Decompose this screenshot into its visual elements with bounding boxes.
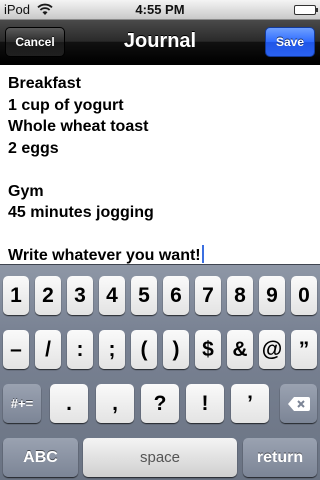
note-line: 45 minutes jogging xyxy=(8,204,154,221)
key-question[interactable]: ? xyxy=(141,384,179,423)
note-line xyxy=(8,159,312,181)
key-comma[interactable]: , xyxy=(96,384,134,423)
note-line xyxy=(8,224,312,246)
key-3[interactable]: 3 xyxy=(67,276,93,315)
return-key[interactable]: return xyxy=(243,438,317,477)
backspace-key[interactable] xyxy=(280,384,317,423)
key-open-paren[interactable]: ( xyxy=(131,330,157,369)
key-apostrophe[interactable]: ’ xyxy=(231,384,269,423)
key-8[interactable]: 8 xyxy=(227,276,253,315)
status-time: 4:55 PM xyxy=(135,2,185,17)
note-line: Whole wheat toast xyxy=(8,118,149,135)
key-period[interactable]: . xyxy=(50,384,88,423)
key-4[interactable]: 4 xyxy=(99,276,125,315)
note-line: Breakfast xyxy=(8,75,81,92)
text-cursor xyxy=(201,245,204,263)
key-slash[interactable]: / xyxy=(35,330,61,369)
note-line-last: Write whatever you want! xyxy=(8,245,312,265)
key-semicolon[interactable]: ; xyxy=(99,330,125,369)
battery-icon xyxy=(294,5,318,15)
key-5[interactable]: 5 xyxy=(131,276,157,315)
status-bar: iPod 4:55 PM xyxy=(0,0,320,20)
journal-text-area[interactable]: Breakfast 1 cup of yogurt Whole wheat to… xyxy=(0,65,320,265)
key-colon[interactable]: : xyxy=(67,330,93,369)
key-dash[interactable]: – xyxy=(3,330,29,369)
key-6[interactable]: 6 xyxy=(163,276,189,315)
key-1[interactable]: 1 xyxy=(3,276,29,315)
note-line: Gym xyxy=(8,182,44,200)
key-9[interactable]: 9 xyxy=(259,276,285,315)
symbols-toggle-key[interactable]: #+= xyxy=(3,384,41,423)
key-at[interactable]: @ xyxy=(259,330,285,369)
key-0[interactable]: 0 xyxy=(291,276,317,315)
key-quote[interactable]: ” xyxy=(291,330,317,369)
abc-key[interactable]: ABC xyxy=(3,438,78,477)
note-line: 2 eggs xyxy=(8,139,59,157)
space-key[interactable]: space xyxy=(83,438,237,477)
keyboard: 1 2 3 4 5 6 7 8 9 0 – / : ; ( ) $ & @ ” … xyxy=(0,264,320,480)
key-exclamation[interactable]: ! xyxy=(186,384,224,423)
key-dollar[interactable]: $ xyxy=(195,330,221,369)
key-ampersand[interactable]: & xyxy=(227,330,253,369)
key-2[interactable]: 2 xyxy=(35,276,61,315)
note-line-text: Write whatever you want! xyxy=(8,247,201,264)
navigation-bar: Cancel Journal Save xyxy=(0,20,320,64)
note-line: 1 cup of yogurt xyxy=(8,96,124,114)
key-close-paren[interactable]: ) xyxy=(163,330,189,369)
save-button[interactable]: Save xyxy=(265,27,315,57)
key-7[interactable]: 7 xyxy=(195,276,221,315)
backspace-icon xyxy=(287,396,310,411)
